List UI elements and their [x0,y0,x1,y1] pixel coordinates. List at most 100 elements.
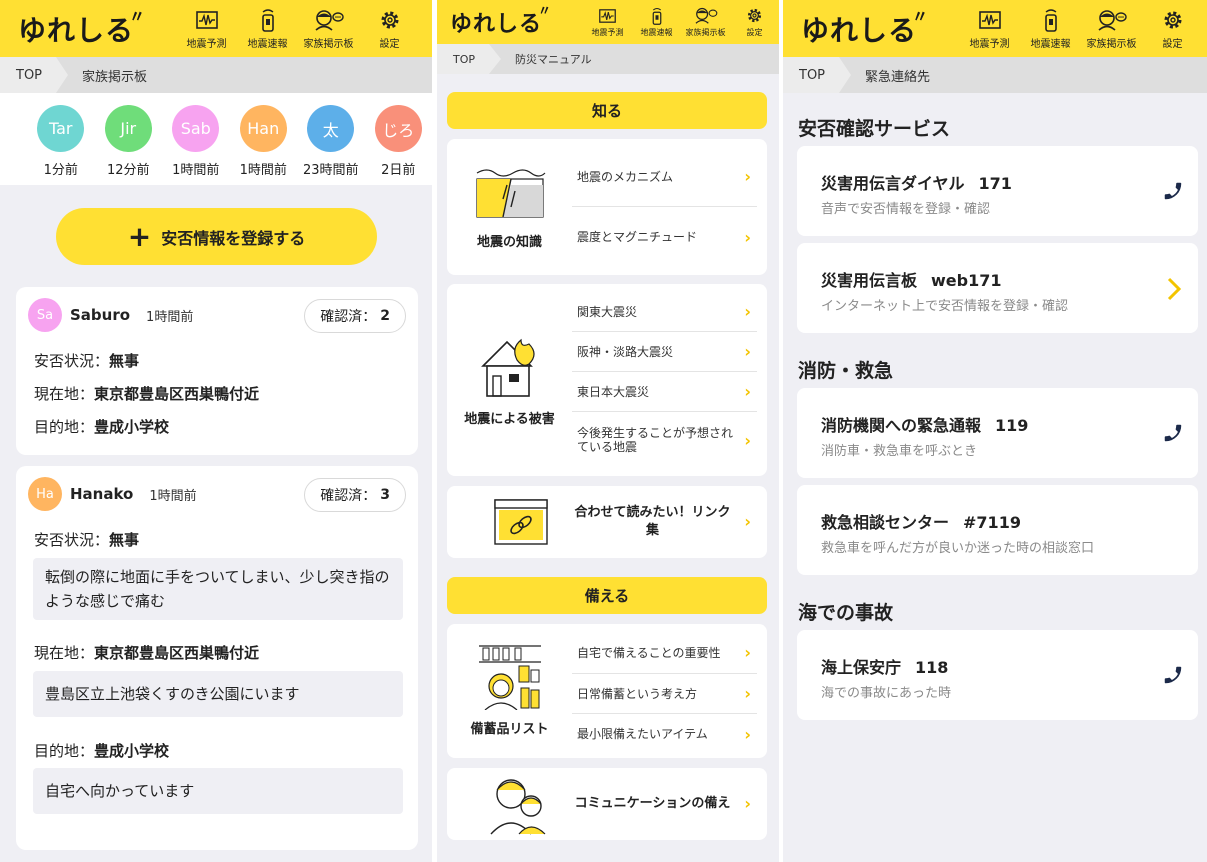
nav-settings[interactable]: 設定 [1142,8,1203,50]
link-daily-stock[interactable]: 日常備蓄という考え方 › [572,674,757,714]
destination-note: 自宅へ向かっています [33,768,403,814]
contact-fire-119[interactable]: 消防機関への緊急通報 119 消防車・救急車を呼ぶとき [797,388,1198,478]
chevron-right-icon [1167,277,1182,301]
avatar[interactable]: Ha [28,477,62,511]
link-home-preparation[interactable]: 自宅で備えることの重要性 › [572,632,757,674]
avatar: Han [239,105,287,152]
avatar: Jir [104,105,152,152]
post-author: Saburo [70,306,131,324]
plus-icon: + [127,219,152,253]
breadcrumb: TOP 緊急連絡先 [783,57,1207,93]
chevron-right-icon: › [744,382,751,401]
nav-quake-forecast[interactable]: 地震予測 [959,8,1020,50]
chevron-right-icon: › [744,684,751,703]
link-quake-mechanism[interactable]: 地震のメカニズム › [572,147,757,207]
breadcrumb-current: 家族掲示板 [82,69,148,85]
family-avatar[interactable]: じろ 2日前 [365,93,433,185]
confirm-badge[interactable]: 確認済： 2 [304,299,406,333]
avatar-last-update: 12分前 [106,163,150,178]
family-avatar[interactable]: 太 23時間前 [297,93,365,185]
post-author: Hanako [70,485,134,503]
status-row: 安否状況：無事 [34,352,140,370]
gear-icon [1162,8,1184,32]
nav-family-board[interactable]: 家族掲示板 [681,7,730,38]
nav-settings[interactable]: 設定 [359,8,420,50]
breadcrumb-home[interactable]: TOP [437,44,502,74]
status-note: 転倒の際に地面に手をついてしまい、少し突き指のような感じで痛む [33,558,403,620]
avatar[interactable]: Sa [28,298,62,332]
link-kanto-quake[interactable]: 関東大震災 › [572,292,757,332]
nav-quake-alert[interactable]: 地震速報 [1020,8,1081,50]
chevron-right-icon: › [744,643,751,662]
breadcrumb: TOP 防災マニュアル [437,44,779,74]
contact-dial-171[interactable]: 災害用伝言ダイヤル 171 音声で安否情報を登録・確認 [797,146,1198,236]
family-avatar-strip: Tar 1分前 Jir 12分前 Sab 1時間前 Han 1時間前 太 23時間前 じろ 2日前 [0,93,432,185]
seismograph-icon [195,8,218,32]
family-avatar[interactable]: Tar 1分前 [27,93,95,185]
stock-list-block: 備蓄品リスト 自宅で備えることの重要性 › 日常備蓄という考え方 › 最小限備えたい… [447,624,767,758]
app-logo[interactable]: ゆれしる〃 [450,4,551,38]
breadcrumb-current: 防災マニュアル [515,53,592,66]
chevron-right-icon: › [744,167,751,186]
family-avatar[interactable]: Sab 1時間前 [162,93,230,185]
chat-person-icon [1097,8,1127,32]
section-know-header: 知る [447,92,767,129]
avatar-last-update: 1時間前 [172,163,220,178]
register-safety-button[interactable]: + 安否情報を登録する [56,208,377,265]
chat-person-icon [694,7,718,25]
quake-damage-block: 地震による被害 関東大震災 › 阪神・淡路大震災 › 東日本大震災 › 今後発生するこ… [447,284,767,476]
app-logo[interactable]: ゆれしる〃 [801,7,928,49]
nav-quake-forecast[interactable]: 地震予測 [176,8,237,50]
post-card: Ha Hanako 1時間前 確認済： 3 安否状況：無事 転倒の際に地面に手をつ… [16,466,418,850]
stock-illustration: 備蓄品リスト [447,642,572,737]
chevron-right-icon: › [744,794,751,813]
phone-icon [1164,666,1182,684]
quake-damage-illustration: 地震による被害 [447,332,572,427]
app-header: ゆれしる〃 地震予測 地震速報 家族掲示板 設定 [437,0,779,44]
family-avatar[interactable]: Jir 12分前 [95,93,163,185]
avatar-last-update: 1時間前 [239,163,287,178]
nav-quake-alert[interactable]: 地震速報 [632,7,681,38]
chevron-right-icon: › [744,302,751,321]
contact-coast-guard-118[interactable]: 海上保安庁 118 海での事故にあった時 [797,630,1198,720]
link-east-japan-quake[interactable]: 東日本大震災 › [572,372,757,412]
nav-family-board[interactable]: 家族掲示板 [1081,8,1142,50]
nav-settings[interactable]: 設定 [730,7,779,38]
phone-alert-icon [650,7,664,25]
avatar: Sab [172,105,220,152]
chevron-right-icon: › [744,430,751,450]
contact-web-171[interactable]: 災害用伝言板 web171 インターネット上で安否情報を登録・確認 [797,243,1198,333]
link-collection-block[interactable]: 合わせて読みたい！リンク集 › [447,486,767,558]
contact-consult-7119[interactable]: 救急相談センター #7119 救急車を呼んだ方が良いか迷った時の相談窓口 [797,485,1198,575]
gear-icon [746,7,763,25]
nav-family-board[interactable]: 家族掲示板 [298,8,359,50]
communication-block[interactable]: コミュニケーションの備え › [447,768,767,840]
link-intensity-magnitude[interactable]: 震度とマグニチュード › [572,207,757,267]
header-nav: 地震予測 地震速報 家族掲示板 設定 [959,0,1203,57]
avatar: Tar [37,105,85,152]
location-row: 現在地：東京都豊島区西巣鴨付近 [34,644,260,662]
nav-quake-forecast[interactable]: 地震予測 [583,7,632,38]
confirm-badge[interactable]: 確認済： 3 [304,478,406,512]
chat-person-icon [314,8,344,32]
breadcrumb-home[interactable]: TOP [783,57,852,93]
seismograph-icon [599,7,616,25]
quake-knowledge-block: 地震の知識 地震のメカニズム › 震度とマグニチュード › [447,139,767,275]
fault-icon [475,169,545,218]
link-hanshin-quake[interactable]: 阪神・淡路大震災 › [572,332,757,372]
app-logo[interactable]: ゆれしる〃 [18,7,145,49]
avatar: じろ [374,105,422,152]
nav-quake-alert[interactable]: 地震速報 [237,8,298,50]
section-prepare-header: 備える [447,577,767,614]
destination-row: 目的地：豊成小学校 [34,418,170,436]
breadcrumb-home[interactable]: TOP [0,57,69,93]
burning-house-icon [480,338,535,397]
link-minimum-items[interactable]: 最小限備えたいアイテム › [572,714,757,754]
family-talk-icon [490,779,546,835]
chevron-right-icon: › [744,724,751,744]
family-avatar[interactable]: Han 1時間前 [230,93,298,185]
phone-icon [1164,182,1182,200]
chevron-right-icon: › [744,512,751,531]
app-header: ゆれしる〃 地震予測 地震速報 家族掲示板 設定 [783,0,1207,57]
link-future-quakes[interactable]: 今後発生することが予想されている地震 › [572,412,757,468]
